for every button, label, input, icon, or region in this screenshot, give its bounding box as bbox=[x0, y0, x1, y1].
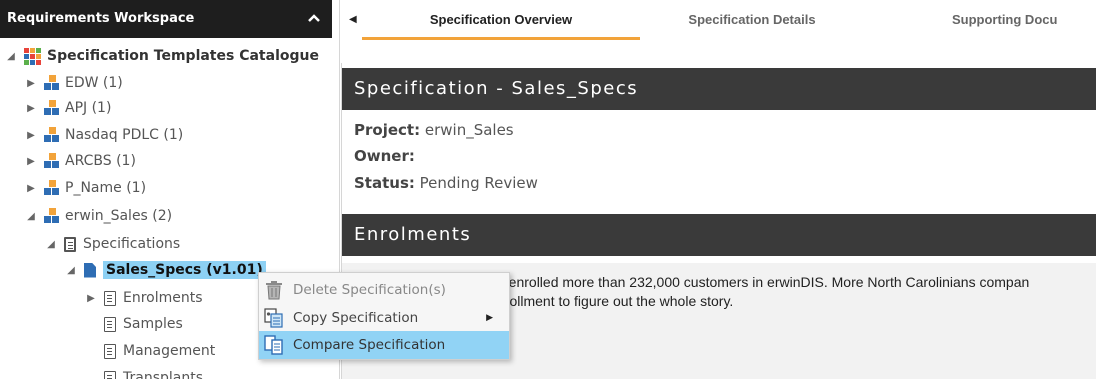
copy-icon bbox=[263, 307, 285, 329]
tree-item-section[interactable]: ▶ Enrolments bbox=[84, 286, 203, 310]
specification-header: Specification - Sales_Specs bbox=[342, 68, 1096, 110]
enrolments-header: Enrolments bbox=[342, 214, 1096, 256]
expanded-arrow-icon[interactable]: ◢ bbox=[64, 265, 78, 276]
tree-item-label: APJ (1) bbox=[65, 100, 112, 116]
menu-item-label: Compare Specification bbox=[293, 337, 446, 353]
chevron-up-icon[interactable] bbox=[308, 11, 320, 26]
tree-item-project[interactable]: ▶ Nasdaq PDLC (1) bbox=[24, 123, 183, 147]
project-icon bbox=[44, 75, 60, 91]
field-label: Project: bbox=[354, 121, 421, 139]
workspace-header[interactable]: Requirements Workspace bbox=[0, 0, 332, 38]
field-label: Owner: bbox=[354, 147, 415, 165]
submenu-arrow-icon: ▶ bbox=[486, 313, 493, 323]
tree-item-label: Management bbox=[123, 343, 216, 359]
collapsed-arrow-icon[interactable]: ▶ bbox=[84, 293, 98, 304]
status-field: Status: Pending Review bbox=[354, 174, 538, 192]
collapsed-arrow-icon[interactable]: ▶ bbox=[24, 78, 38, 89]
expanded-arrow-icon[interactable]: ◢ bbox=[44, 239, 58, 250]
document-icon bbox=[104, 316, 116, 332]
document-icon bbox=[104, 290, 116, 306]
tree-item-catalogue[interactable]: ◢ Specification Templates Catalogue bbox=[4, 44, 319, 68]
tree-item-label: P_Name (1) bbox=[65, 180, 147, 196]
tree-item-selected-spec[interactable]: ◢ Sales_Specs (v1.01) bbox=[64, 258, 266, 282]
collapsed-arrow-icon[interactable]: ▶ bbox=[24, 103, 38, 114]
tree-item-project[interactable]: ▶ P_Name (1) bbox=[24, 176, 146, 200]
collapsed-arrow-icon[interactable]: ▶ bbox=[24, 130, 38, 141]
tree-item-label: erwin_Sales (2) bbox=[65, 208, 173, 224]
tab-supporting-documents[interactable]: Supporting Docu bbox=[952, 0, 1096, 40]
workspace-title: Requirements Workspace bbox=[7, 11, 195, 26]
project-icon bbox=[44, 100, 60, 116]
tree-item-section[interactable]: Samples bbox=[104, 312, 183, 336]
project-icon bbox=[44, 127, 60, 143]
document-icon bbox=[104, 343, 116, 359]
tree-item-specifications[interactable]: ◢ Specifications bbox=[44, 232, 180, 256]
tree-item-project[interactable]: ▶ EDW (1) bbox=[24, 71, 123, 95]
collapsed-arrow-icon[interactable]: ▶ bbox=[24, 183, 38, 194]
project-field: Project: erwin_Sales bbox=[354, 121, 514, 139]
tree-item-project-expanded[interactable]: ◢ erwin_Sales (2) bbox=[24, 204, 172, 228]
specification-file-icon bbox=[84, 262, 96, 278]
tree-item-label: Sales_Specs (v1.01) bbox=[103, 261, 266, 279]
menu-item-compare-specification[interactable]: Compare Specification bbox=[259, 331, 509, 359]
tree-item-label: Transplants bbox=[123, 370, 204, 379]
grid-catalog-icon bbox=[24, 47, 41, 65]
tab-bar: Specification Overview Specification Det… bbox=[362, 0, 1096, 40]
field-label: Status: bbox=[354, 174, 415, 192]
menu-item-delete-specification[interactable]: Delete Specification(s) bbox=[259, 276, 509, 304]
menu-item-copy-specification[interactable]: Copy Specification ▶ bbox=[259, 304, 509, 332]
project-icon bbox=[44, 153, 60, 169]
text-line: e enrolled more than 232,000 customers i… bbox=[497, 274, 1030, 290]
tree-item-label: Specifications bbox=[83, 236, 181, 252]
specifications-icon bbox=[64, 236, 76, 252]
tree-item-section[interactable]: Transplants bbox=[104, 366, 203, 379]
document-icon bbox=[104, 370, 116, 379]
tree-item-project[interactable]: ▶ APJ (1) bbox=[24, 96, 111, 120]
project-icon bbox=[44, 180, 60, 196]
text-line: nrollment to figure out the whole story. bbox=[497, 293, 734, 309]
tab-specification-overview[interactable]: Specification Overview bbox=[362, 0, 640, 40]
context-menu: Delete Specification(s) Copy Specificati… bbox=[258, 272, 510, 360]
enrolments-text: e enrolled more than 232,000 customers i… bbox=[497, 273, 1096, 311]
menu-item-label: Copy Specification bbox=[293, 310, 419, 326]
tree-item-project[interactable]: ▶ ARCBS (1) bbox=[24, 149, 136, 173]
tree-item-section[interactable]: Management bbox=[104, 339, 215, 363]
compare-icon bbox=[263, 334, 285, 356]
tree-item-label: Samples bbox=[123, 316, 183, 332]
expanded-arrow-icon[interactable]: ◢ bbox=[4, 51, 18, 62]
expanded-arrow-icon[interactable]: ◢ bbox=[24, 211, 38, 222]
tab-specification-details[interactable]: Specification Details bbox=[662, 0, 842, 40]
tree-item-label: Enrolments bbox=[123, 290, 203, 306]
project-icon bbox=[44, 208, 60, 224]
trash-icon bbox=[263, 279, 285, 301]
tree-item-label: EDW (1) bbox=[65, 75, 123, 91]
caret-left-icon: ◀ bbox=[349, 14, 357, 25]
tree-item-label: Specification Templates Catalogue bbox=[47, 48, 319, 64]
collapsed-arrow-icon[interactable]: ▶ bbox=[24, 156, 38, 167]
owner-field: Owner: bbox=[354, 147, 415, 165]
tree-item-label: Nasdaq PDLC (1) bbox=[65, 127, 184, 143]
menu-item-label: Delete Specification(s) bbox=[293, 282, 446, 298]
field-value: erwin_Sales bbox=[424, 121, 514, 139]
field-value: Pending Review bbox=[419, 174, 538, 192]
tab-scroll-left-button[interactable]: ◀ bbox=[347, 0, 361, 40]
tree-item-label: ARCBS (1) bbox=[65, 153, 136, 169]
